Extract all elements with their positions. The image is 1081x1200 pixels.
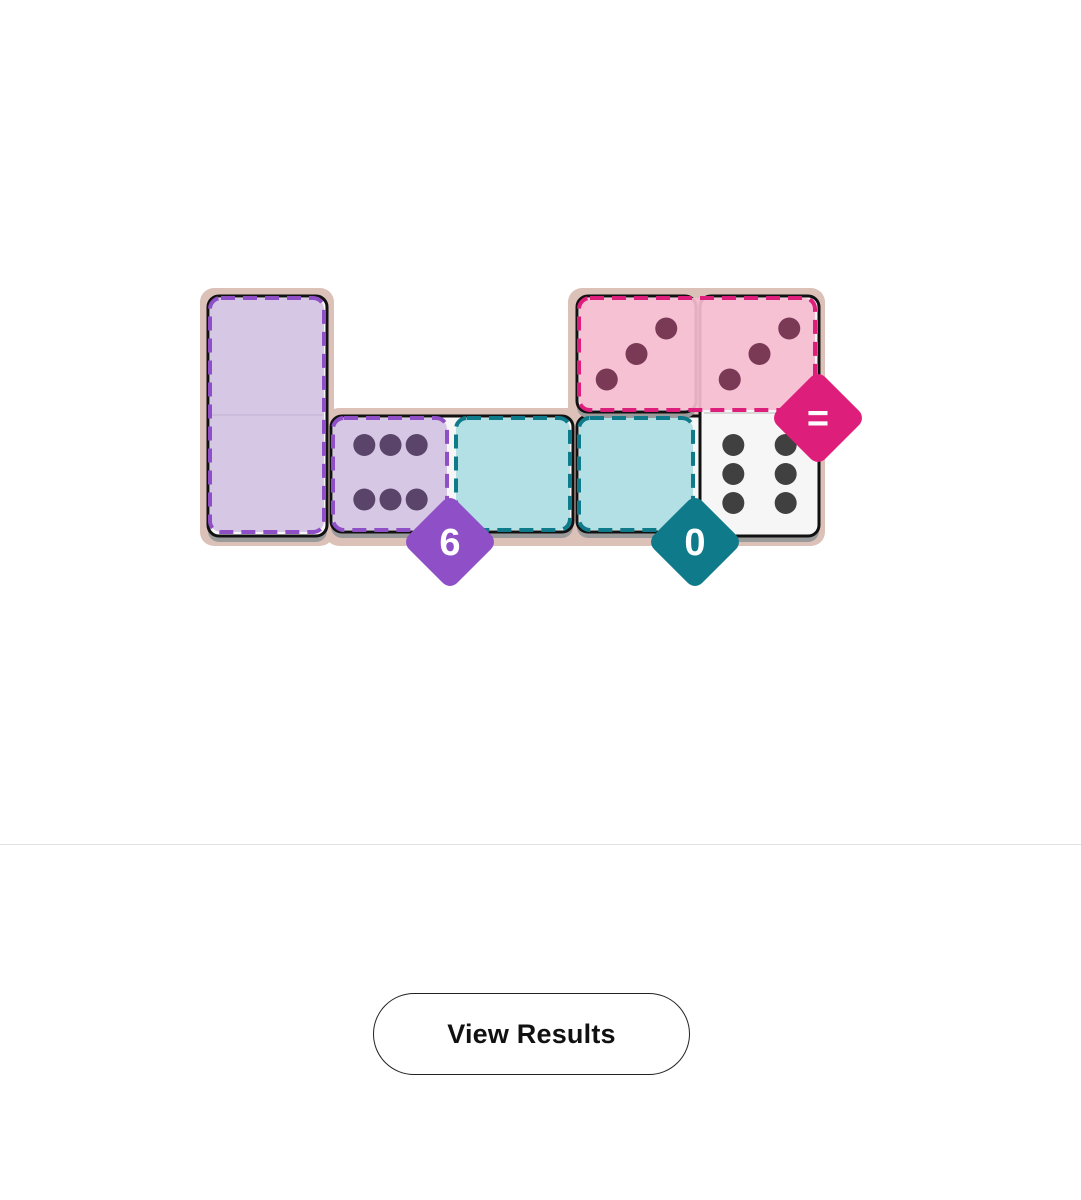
- pip: [778, 317, 801, 340]
- pip: [718, 368, 741, 391]
- region-purple-label: 6: [439, 522, 460, 564]
- pip: [748, 343, 771, 365]
- pip: [722, 492, 745, 514]
- pip: [353, 488, 376, 511]
- region-pink-area: [577, 296, 817, 412]
- pip: [722, 434, 745, 456]
- pip: [774, 492, 797, 514]
- pip: [405, 488, 428, 511]
- view-results-button[interactable]: View Results: [373, 993, 690, 1075]
- region-pink-label: =: [807, 398, 829, 440]
- pip: [353, 434, 376, 456]
- pip: [379, 434, 402, 456]
- region-teal-label: 0: [684, 522, 705, 564]
- pip: [405, 434, 428, 456]
- divider: [0, 844, 1081, 845]
- pip: [379, 488, 402, 511]
- pip: [595, 368, 618, 391]
- puzzle-board: 6 0 =: [200, 288, 862, 586]
- pip: [774, 463, 797, 485]
- pip: [722, 463, 745, 485]
- region-teal-area: [454, 416, 572, 532]
- pip: [625, 343, 648, 365]
- pip: [655, 317, 678, 340]
- puzzle-board-area: 6 0 =: [0, 0, 1081, 840]
